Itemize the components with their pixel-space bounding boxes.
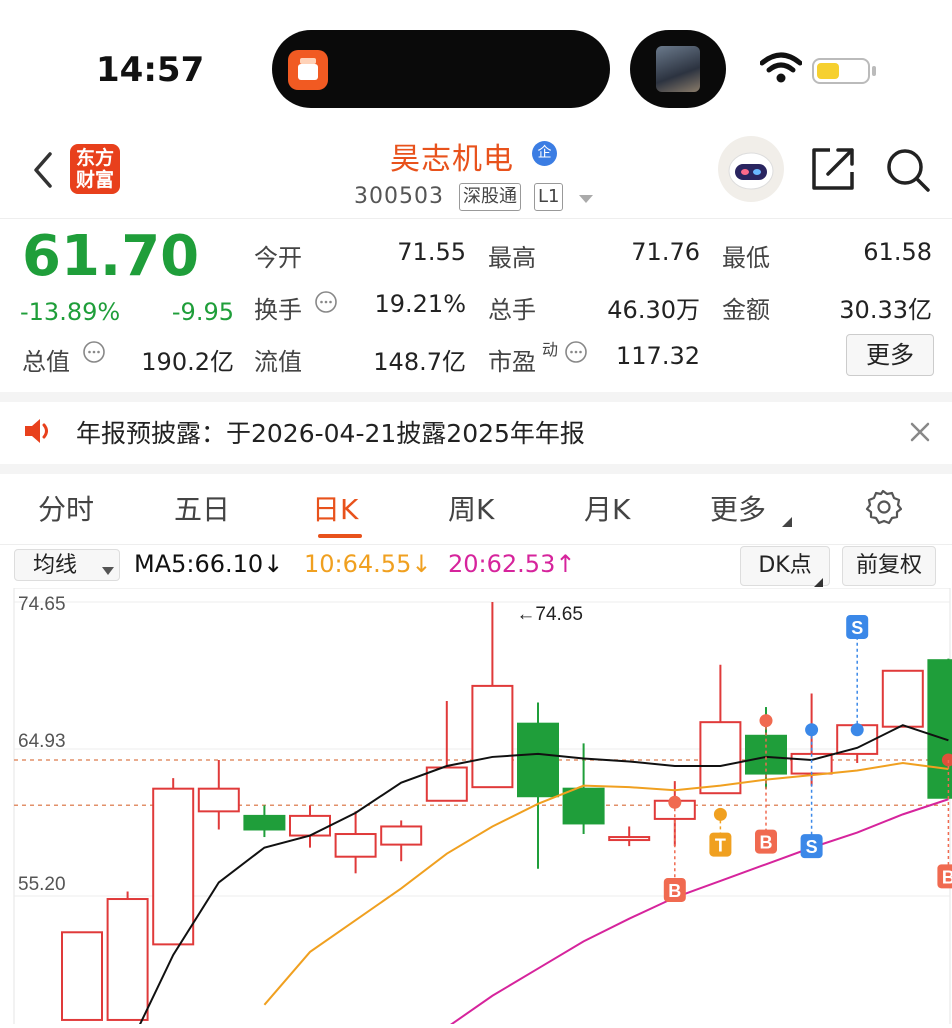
settings-gear-icon[interactable]	[864, 488, 903, 530]
ma5-value: MA5:66.10↓	[134, 550, 284, 578]
mktcap-value: 190.2亿	[141, 348, 234, 376]
island-app-icon	[288, 50, 328, 90]
low-label: 最低	[722, 244, 770, 272]
volume-label: 总手	[488, 296, 536, 324]
pe-dynamic-tag: 动	[542, 340, 559, 359]
candle-body-down	[243, 814, 286, 831]
high-label: 最高	[488, 244, 536, 272]
ma10-line	[263, 761, 949, 1006]
ma20-value: 20:62.53↑	[448, 550, 576, 578]
candle-body-up	[334, 833, 377, 858]
turnover-label: 换手	[254, 296, 302, 324]
stock-name[interactable]: 昊志机电	[390, 134, 514, 178]
amount-label: 金额	[722, 296, 770, 324]
kline-svg: 74.65 64.93 55.20 ←74.65 B T B S S B	[13, 587, 952, 1028]
info-icon[interactable]	[82, 340, 106, 368]
candle-body-down	[562, 787, 605, 825]
signal-dot	[850, 723, 864, 737]
volume-value: 46.30万	[607, 296, 700, 324]
tab-daily-k[interactable]: 日K	[312, 488, 358, 528]
kline-chart[interactable]: 74.65 64.93 55.20 ←74.65 B T B S S B	[0, 587, 952, 1028]
y-tick-label: 64.93	[18, 731, 66, 752]
tab-monthly-k[interactable]: 月K	[584, 488, 630, 528]
high-value: 71.76	[631, 238, 700, 266]
wifi-icon	[759, 52, 803, 88]
open-value: 71.55	[397, 238, 466, 266]
candle-body-up	[152, 787, 195, 946]
signal-tag-label: T	[715, 836, 726, 856]
candle-body-up	[106, 898, 149, 1021]
robot-avatar-icon[interactable]	[718, 136, 784, 202]
status-time: 14:57	[96, 50, 205, 90]
logo-line2: 财富	[75, 169, 114, 191]
last-price: 61.70	[22, 224, 200, 289]
float-value: 148.7亿	[373, 348, 466, 376]
adjust-label: 前复权	[855, 553, 922, 578]
candle-body-up	[197, 787, 240, 813]
stock-code: 300503	[354, 184, 444, 209]
signal-dot	[713, 807, 727, 821]
active-tab-indicator	[318, 534, 362, 538]
logo-line1: 东方	[75, 147, 114, 169]
candle-body-down	[927, 659, 952, 799]
change-percent: -13.89%	[20, 298, 121, 326]
back-icon[interactable]	[28, 150, 58, 194]
close-icon[interactable]	[908, 420, 932, 448]
candle-body-up	[380, 825, 423, 846]
signal-tag-label: B	[760, 833, 773, 853]
float-label: 流值	[254, 348, 302, 376]
signal-tag-label: S	[851, 618, 863, 638]
candle-body-up	[61, 931, 103, 1021]
info-icon[interactable]	[564, 340, 588, 368]
pe-label: 市盈	[488, 348, 536, 376]
candle-body-up	[289, 814, 331, 837]
signal-tag-label: B	[942, 867, 952, 887]
change-amount: -9.95	[171, 298, 234, 326]
high-annotation: ←74.65	[516, 604, 583, 625]
low-value: 61.58	[863, 238, 932, 266]
search-icon[interactable]	[884, 146, 932, 198]
turnover-value: 19.21%	[374, 290, 466, 318]
battery-tip	[872, 66, 876, 76]
open-label: 今开	[254, 244, 302, 272]
amount-value: 30.33亿	[839, 296, 932, 324]
ma20-line	[446, 798, 949, 1028]
ma10-value: 10:64.55↓	[304, 550, 432, 578]
enterprise-badge: 企	[532, 141, 557, 166]
tab-intraday[interactable]: 分时	[38, 488, 94, 528]
mktcap-label: 总值	[22, 348, 70, 376]
dk-point-label: DK点	[758, 553, 812, 578]
pe-value: 117.32	[616, 342, 700, 370]
candle-body-up	[425, 766, 468, 802]
candle-body-up	[881, 669, 924, 728]
candle-body-up	[699, 721, 742, 795]
signal-tag-label: S	[806, 837, 818, 857]
app-logo[interactable]: 东方 财富	[70, 144, 120, 194]
chevron-down-icon	[102, 561, 114, 580]
tag-level: L1	[534, 183, 564, 211]
info-icon[interactable]	[314, 290, 338, 318]
tab-five-day[interactable]: 五日	[174, 488, 230, 528]
tab-more[interactable]: 更多	[710, 488, 766, 528]
tag-shenzhen-connect: 深股通	[459, 183, 521, 211]
signal-tag-label: B	[668, 881, 681, 901]
more-quote-button[interactable]: 更多	[846, 334, 934, 376]
announcement-text: 年报预披露：于2026-04-21披露2025年年报	[76, 419, 585, 448]
speaker-icon	[22, 416, 54, 450]
dropdown-icon[interactable]	[578, 190, 594, 209]
y-tick-label: 55.20	[18, 874, 66, 895]
more-corner-icon	[782, 512, 792, 531]
y-tick-label: 74.65	[18, 594, 66, 615]
candle-body-up	[471, 684, 514, 789]
battery-level	[817, 63, 839, 79]
candle-body-up	[608, 836, 651, 842]
signal-dot	[759, 714, 773, 728]
share-icon[interactable]	[810, 146, 856, 196]
media-thumbnail	[656, 46, 700, 92]
tab-weekly-k[interactable]: 周K	[448, 488, 494, 528]
adjust-button[interactable]: 前复权	[842, 546, 936, 586]
candle-body-down	[517, 722, 559, 798]
ma-select-label: 均线	[33, 553, 78, 578]
